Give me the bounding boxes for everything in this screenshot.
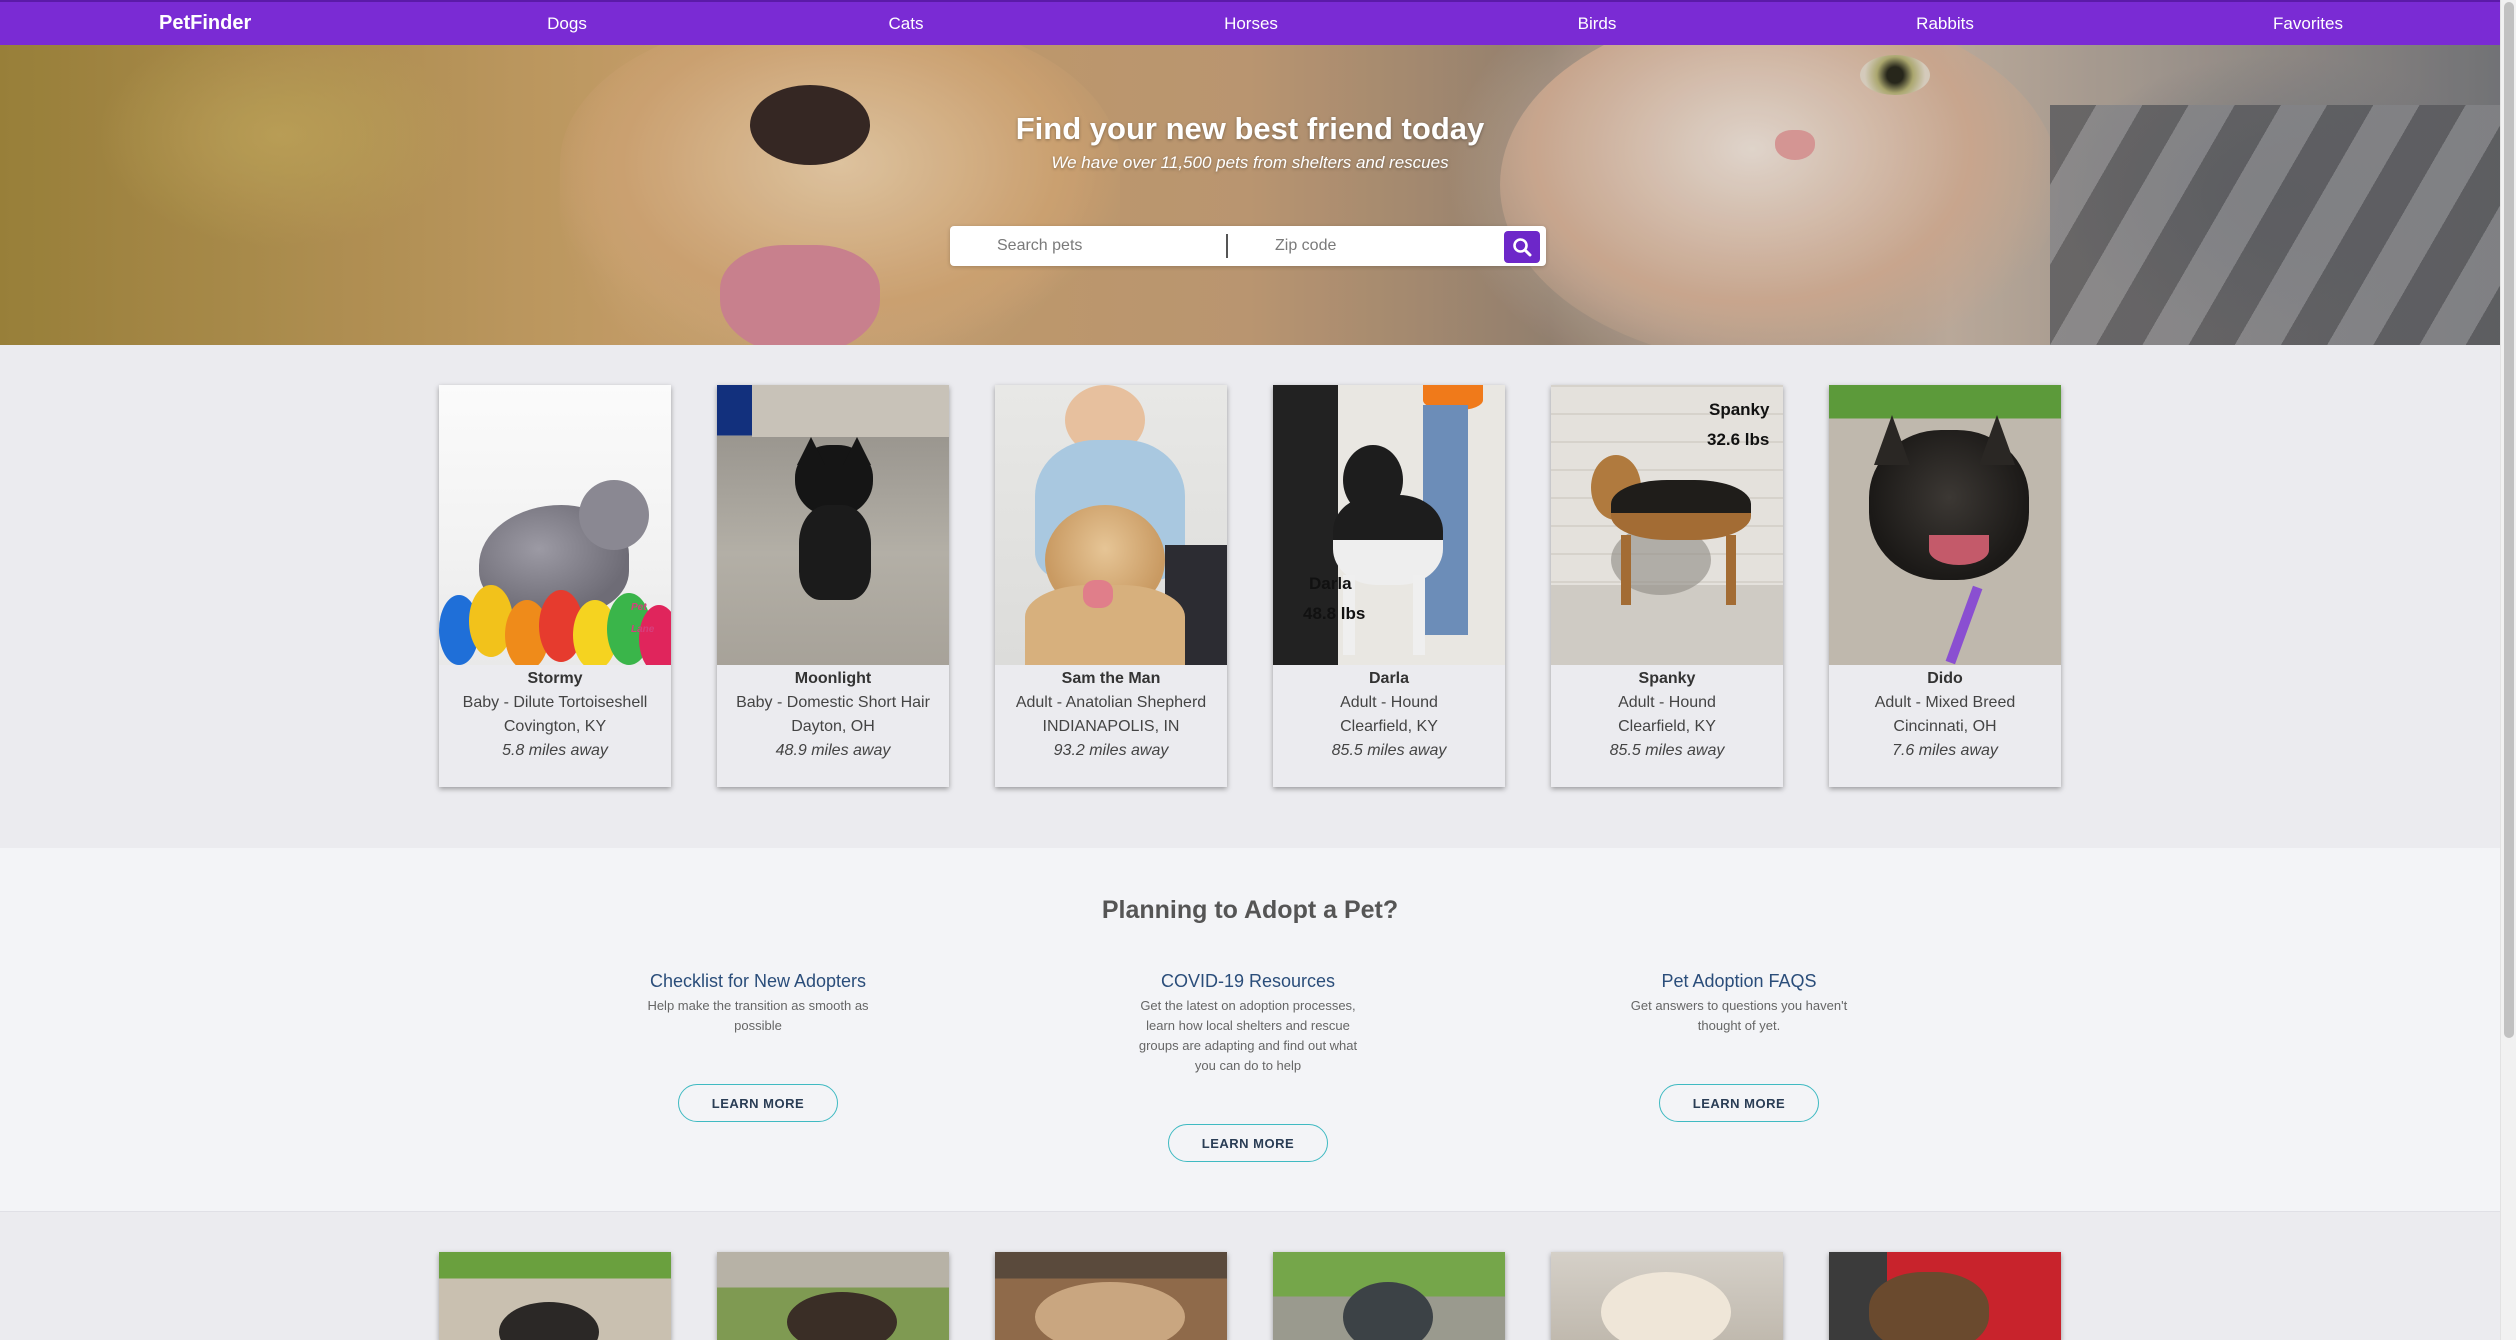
resource-title[interactable]: COVID-19 Resources	[1128, 968, 1368, 994]
pet-info: Moonlight Baby - Domestic Short Hair Day…	[717, 665, 949, 763]
pet-card[interactable]	[717, 1252, 949, 1340]
pet-card[interactable]	[1273, 1252, 1505, 1340]
pet-photo: Pet Lane	[439, 385, 671, 665]
photo-name-label: Spanky	[1709, 400, 1770, 419]
resource-faqs: Pet Adoption FAQS Get answers to questio…	[1619, 968, 1859, 1036]
pet-info: Sam the Man Adult - Anatolian Shepherd I…	[995, 665, 1227, 763]
nav-link-favorites[interactable]: Favorites	[2273, 2, 2343, 45]
resource-description: Get the latest on adoption processes, le…	[1138, 998, 1358, 1073]
pet-card[interactable]	[1829, 1252, 2061, 1340]
featured-pets: Pet Lane Stormy Baby - Dilute Tortoisesh…	[0, 345, 2500, 848]
nav-link-rabbits[interactable]: Rabbits	[1916, 2, 1974, 45]
nav-link-birds[interactable]: Birds	[1578, 2, 1617, 45]
resource-title[interactable]: Checklist for New Adopters	[638, 968, 878, 994]
pet-info: Spanky Adult - Hound Clearfield, KY 85.5…	[1551, 665, 1783, 763]
search-bar	[950, 226, 1546, 266]
pet-card-sam-the-man[interactable]: Sam the Man Adult - Anatolian Shepherd I…	[995, 385, 1227, 787]
page-scrollbar[interactable]	[2500, 0, 2516, 1340]
pet-photo: Darla 48.8 lbs	[1273, 385, 1505, 665]
pet-location: INDIANAPOLIS, IN	[1042, 718, 1180, 735]
photo-watermark: Pet Lane	[631, 602, 655, 635]
resource-title[interactable]: Pet Adoption FAQS	[1619, 968, 1859, 994]
search-icon	[1513, 238, 1532, 257]
pet-name: Sam the Man	[1061, 670, 1161, 687]
pet-age-breed: Adult - Hound	[1340, 694, 1438, 711]
pet-name: Stormy	[527, 670, 583, 687]
pet-info: Dido Adult - Mixed Breed Cincinnati, OH …	[1829, 665, 2061, 763]
pet-photo	[717, 385, 949, 665]
pet-card-spanky[interactable]: Spanky 32.6 lbs Spanky Adult - Hound Cle…	[1551, 385, 1783, 787]
pet-distance: 93.2 miles away	[1053, 742, 1169, 759]
pet-name: Spanky	[1638, 670, 1696, 687]
nav-link-horses[interactable]: Horses	[1224, 2, 1278, 45]
photo-weight-label: 48.8 lbs	[1303, 604, 1366, 623]
pet-card[interactable]	[1551, 1252, 1783, 1340]
planning-title: Planning to Adopt a Pet?	[1101, 896, 1399, 924]
pet-card[interactable]	[995, 1252, 1227, 1340]
pet-location: Cincinnati, OH	[1893, 718, 1997, 735]
pet-location: Clearfield, KY	[1340, 718, 1438, 735]
pet-location: Dayton, OH	[791, 718, 875, 735]
pet-distance: 48.9 miles away	[775, 742, 891, 759]
top-navbar: PetFinder Dogs Cats Horses Birds Rabbits…	[0, 0, 2500, 45]
pet-card-darla[interactable]: Darla 48.8 lbs Darla Adult - Hound Clear…	[1273, 385, 1505, 787]
hero-subtitle: We have over 11,500 pets from shelters a…	[1051, 153, 1449, 172]
pet-distance: 7.6 miles away	[1892, 742, 1998, 759]
search-pets-input[interactable]	[997, 231, 1217, 261]
pet-location: Covington, KY	[503, 718, 607, 735]
pet-age-breed: Baby - Dilute Tortoiseshell	[462, 694, 648, 711]
resource-covid: COVID-19 Resources Get the latest on ado…	[1128, 968, 1368, 1076]
hero-banner: Find your new best friend today We have …	[0, 45, 2500, 345]
resource-description: Get answers to questions you haven't tho…	[1630, 998, 1848, 1033]
photo-name-label: Darla	[1309, 574, 1352, 593]
learn-more-covid-button[interactable]: LEARN MORE	[1168, 1124, 1328, 1162]
learn-more-faqs-button[interactable]: LEARN MORE	[1659, 1084, 1819, 1122]
resource-description: Help make the transition as smooth as po…	[647, 998, 869, 1033]
nav-link-dogs[interactable]: Dogs	[547, 2, 587, 45]
pet-distance: 85.5 miles away	[1331, 742, 1447, 759]
pet-distance: 85.5 miles away	[1609, 742, 1725, 759]
pet-info: Darla Adult - Hound Clearfield, KY 85.5 …	[1273, 665, 1505, 763]
hero-overlay	[0, 45, 2500, 345]
pet-age-breed: Baby - Domestic Short Hair	[736, 694, 930, 711]
zip-code-input[interactable]	[1275, 231, 1475, 261]
planning-section: Planning to Adopt a Pet? Checklist for N…	[0, 848, 2500, 1211]
learn-more-checklist-button[interactable]: LEARN MORE	[678, 1084, 838, 1122]
hero-title: Find your new best friend today	[1015, 111, 1485, 146]
resource-checklist: Checklist for New Adopters Help make the…	[638, 968, 878, 1036]
brand-logo[interactable]: PetFinder	[159, 2, 251, 45]
search-button[interactable]	[1504, 231, 1540, 263]
pet-name: Darla	[1368, 670, 1410, 687]
pet-age-breed: Adult - Mixed Breed	[1874, 694, 2016, 711]
pet-info: Stormy Baby - Dilute Tortoiseshell Covin…	[439, 665, 671, 763]
pet-photo: Spanky 32.6 lbs	[1551, 385, 1783, 665]
pet-location: Clearfield, KY	[1618, 718, 1716, 735]
photo-weight-label: 32.6 lbs	[1707, 430, 1770, 449]
pet-card-moonlight[interactable]: Moonlight Baby - Domestic Short Hair Day…	[717, 385, 949, 787]
pet-age-breed: Adult - Anatolian Shepherd	[1015, 694, 1207, 711]
pet-card-stormy[interactable]: Pet Lane Stormy Baby - Dilute Tortoisesh…	[439, 385, 671, 787]
pet-photo	[995, 385, 1227, 665]
search-divider	[1226, 234, 1228, 258]
pet-card-dido[interactable]: Dido Adult - Mixed Breed Cincinnati, OH …	[1829, 385, 2061, 787]
pet-distance: 5.8 miles away	[502, 742, 608, 759]
pet-name: Moonlight	[794, 670, 872, 687]
pet-card[interactable]	[439, 1252, 671, 1340]
pet-name: Dido	[1927, 670, 1963, 687]
pet-photo	[1829, 385, 2061, 665]
scrollbar-thumb[interactable]	[2504, 2, 2514, 1038]
pet-age-breed: Adult - Hound	[1618, 694, 1716, 711]
nav-link-cats[interactable]: Cats	[889, 2, 924, 45]
more-pets	[0, 1211, 2500, 1340]
